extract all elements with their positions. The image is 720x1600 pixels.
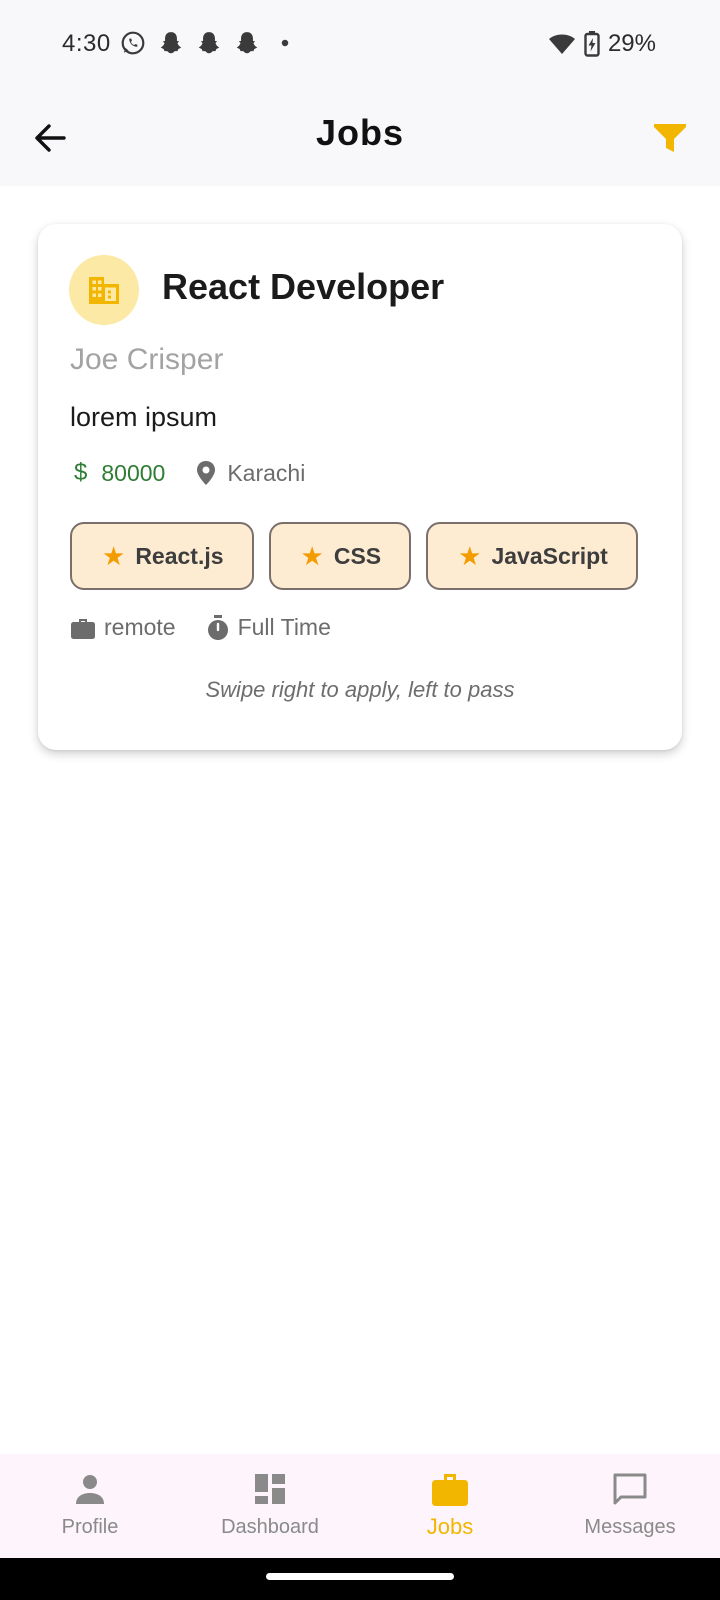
snapchat-icon [160, 32, 182, 54]
skill-chip[interactable]: ★ React.js [70, 522, 254, 590]
job-card[interactable]: React Developer Joe Crisper lorem ipsum … [38, 224, 682, 750]
wifi-icon [548, 34, 575, 54]
status-bar: 4:30 29% [0, 0, 720, 88]
page-title: Jobs [315, 112, 405, 153]
salary-location-row: $ 80000 Karachi [70, 459, 305, 487]
swipe-hint: Swipe right to apply, left to pass [205, 677, 515, 702]
filter-button[interactable] [650, 118, 690, 158]
skill-label: JavaScript [491, 542, 608, 569]
skill-chip[interactable]: ★ CSS [268, 522, 412, 590]
star-icon: ★ [300, 540, 324, 571]
dashboard-icon [255, 1474, 285, 1504]
nav-item-dashboard[interactable]: Dashboard [180, 1454, 360, 1558]
battery-percent: 29% [607, 30, 656, 57]
nav-label: Messages [584, 1516, 676, 1538]
skill-label: CSS [333, 542, 382, 569]
job-title: React Developer [162, 266, 445, 307]
company-avatar [69, 255, 139, 325]
nav-label: Jobs [426, 1514, 474, 1539]
chat-bubble-icon [613, 1473, 647, 1505]
skill-chip[interactable]: ★ JavaScript [426, 522, 638, 590]
skill-label: React.js [135, 542, 224, 569]
bottom-navigation: Profile Dashboard Jobs Messages [0, 1454, 720, 1558]
location-value: Karachi [227, 459, 306, 486]
business-icon [89, 277, 119, 304]
snapchat-icon [236, 32, 258, 54]
nav-item-profile[interactable]: Profile [0, 1454, 180, 1558]
status-right: 29% [548, 30, 656, 58]
nav-item-jobs[interactable]: Jobs [360, 1454, 540, 1558]
location-pin-icon [197, 461, 216, 485]
status-time: 4:30 [62, 30, 111, 57]
job-description: lorem ipsum [70, 402, 218, 432]
work-mode: remote [104, 614, 176, 640]
system-gesture-bar [0, 1558, 720, 1600]
briefcase-icon [432, 1474, 468, 1506]
filter-icon [654, 124, 686, 152]
star-icon: ★ [458, 540, 482, 571]
job-type-row: remote Full Time [70, 614, 331, 641]
company-name: Joe Crisper [70, 343, 224, 376]
more-notifications-dot-icon [281, 39, 289, 47]
app-bar: Jobs [0, 88, 720, 186]
nav-item-messages[interactable]: Messages [540, 1454, 720, 1558]
notification-icons [120, 30, 298, 56]
home-gesture-handle[interactable] [266, 1573, 454, 1580]
skill-chips: ★ React.js ★ CSS ★ JavaScript [70, 522, 638, 590]
timer-icon [207, 614, 228, 640]
whatsapp-icon [121, 31, 145, 55]
star-icon: ★ [102, 540, 126, 571]
briefcase-icon [71, 618, 95, 639]
snapchat-icon [198, 32, 220, 54]
employment-type: Full Time [237, 614, 331, 640]
nav-label: Profile [61, 1516, 119, 1538]
dollar-icon: $ [74, 459, 88, 486]
battery-charging-icon [584, 31, 600, 57]
nav-label: Dashboard [221, 1516, 319, 1538]
salary-value: 80000 [101, 459, 166, 486]
person-icon [76, 1475, 104, 1504]
